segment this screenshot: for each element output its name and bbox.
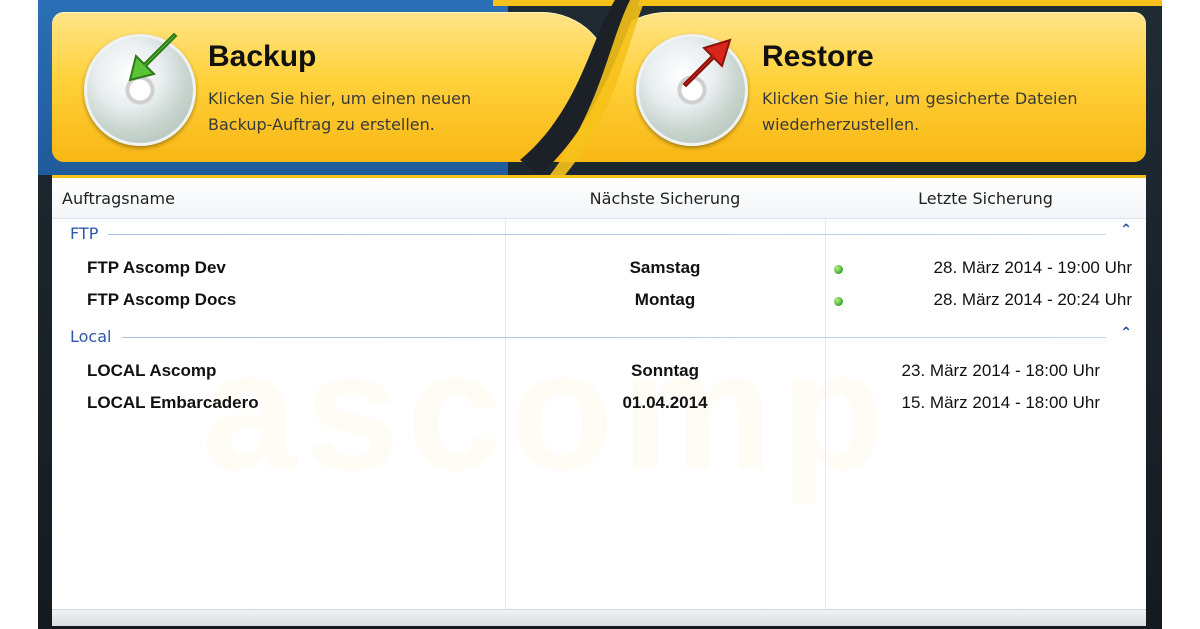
- status-ok-icon: [834, 297, 843, 306]
- group-label: FTP: [70, 224, 99, 243]
- last-backup: 28. März 2014 - 19:00 Uhr: [933, 258, 1132, 277]
- restore-title[interactable]: Restore: [762, 40, 874, 74]
- table-footer: [52, 609, 1146, 626]
- backup-description: Klicken Sie hier, um einen neuen Backup-…: [208, 86, 528, 138]
- table-row[interactable]: LOCAL Embarcadero 01.04.2014 15. März 20…: [52, 387, 1146, 419]
- table-row[interactable]: LOCAL Ascomp Sonntag 23. März 2014 - 18:…: [52, 355, 1146, 387]
- group-label: Local: [70, 327, 112, 346]
- backup-title[interactable]: Backup: [208, 40, 316, 74]
- restore-description: Klicken Sie hier, um gesicherte Dateien …: [762, 86, 1082, 138]
- next-backup: Sonntag: [631, 361, 699, 380]
- last-backup: 15. März 2014 - 18:00 Uhr: [901, 393, 1100, 412]
- last-backup: 23. März 2014 - 18:00 Uhr: [901, 361, 1100, 380]
- collapse-icon[interactable]: ⌃: [1120, 325, 1132, 341]
- next-backup: Samstag: [629, 258, 701, 277]
- status-ok-icon: [834, 265, 843, 274]
- next-backup: 01.04.2014: [622, 393, 708, 412]
- backup-description-line1: Klicken Sie hier, um einen neuen: [208, 89, 472, 108]
- job-name: FTP Ascomp Docs: [87, 290, 237, 309]
- column-header-last-backup[interactable]: Letzte Sicherung: [825, 189, 1146, 208]
- red-arrow-icon: [682, 38, 732, 88]
- jobs-table: ascomp Auftragsname Nächste Sicherung Le…: [52, 175, 1146, 626]
- table-row[interactable]: FTP Ascomp Docs Montag 28. März 2014 - 2…: [52, 284, 1146, 316]
- table-row[interactable]: FTP Ascomp Dev Samstag 28. März 2014 - 1…: [52, 252, 1146, 284]
- restore-description-line1: Klicken Sie hier, um gesicherte Dateien: [762, 89, 1078, 108]
- job-name: FTP Ascomp Dev: [87, 258, 226, 277]
- column-header-next-backup[interactable]: Nächste Sicherung: [505, 189, 825, 208]
- restore-description-line2: wiederherzustellen.: [762, 115, 920, 134]
- backup-description-line2: Backup-Auftrag zu erstellen.: [208, 115, 435, 134]
- group-header-ftp[interactable]: FTP ⌃: [52, 220, 1146, 248]
- green-arrow-icon: [128, 32, 178, 82]
- last-backup: 28. März 2014 - 20:24 Uhr: [933, 290, 1132, 309]
- column-header-name[interactable]: Auftragsname: [62, 189, 175, 208]
- collapse-icon[interactable]: ⌃: [1120, 222, 1132, 238]
- top-accent-strip: [493, 0, 1162, 6]
- group-separator: [122, 337, 1106, 338]
- group-separator: [108, 234, 1106, 235]
- job-name: LOCAL Embarcadero: [87, 393, 259, 412]
- table-header: Auftragsname Nächste Sicherung Letzte Si…: [52, 178, 1146, 219]
- group-header-local[interactable]: Local ⌃: [52, 323, 1146, 351]
- next-backup: Montag: [634, 290, 696, 309]
- job-name: LOCAL Ascomp: [87, 361, 217, 380]
